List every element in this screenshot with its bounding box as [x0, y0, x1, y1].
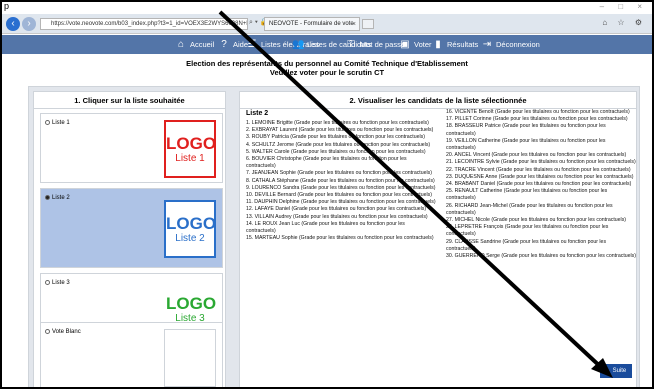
- panel-divider: [34, 108, 225, 109]
- candidate-item: 17. PILLET Corinne (Grade pour les titul…: [446, 116, 628, 123]
- candidate-item: 10. DEVILLE Bernard (Grade pour les titu…: [246, 192, 432, 199]
- list-icon: ☰: [247, 39, 257, 51]
- candidate-item: 6. BOUVIER Christophe (Grade pour les ti…: [246, 156, 407, 170]
- list-choice-title: 1. Cliquer sur la liste souhaitée: [74, 96, 185, 105]
- candidate-item: 30. GUERRERO Serge (Grade pour les titul…: [446, 253, 637, 260]
- candidates-column-2: 16. VICENTE Benoît (Grade pour les titul…: [446, 109, 636, 260]
- election-title: Election des représentants du personnel …: [186, 59, 468, 68]
- nav-item-7[interactable]: ⇥ Déconnexion: [481, 35, 540, 54]
- candidate-item: 5. WALTER Carole (Grade pour les titulai…: [246, 148, 426, 155]
- window-controls[interactable]: – □ ×: [600, 2, 648, 11]
- candidate-item: 14. LE ROUX Jean Luc (Grade pour les tit…: [246, 220, 405, 235]
- app-navbar: ⌂ Accueil? Aide ☰ Listes électorales 👥 Listes …: [2, 35, 652, 54]
- candidates-column-1: 1. LEMOINE Brigitte (Grade pour les titu…: [246, 120, 436, 242]
- browser-tab[interactable]: NEOVOTE - Formulaire de vote ×: [264, 17, 360, 31]
- list-choice-panel: 1. Cliquer sur la liste souhaitée Liste …: [33, 91, 226, 387]
- candidate-item: 16. VICENTE Benoît (Grade pour les titul…: [446, 109, 630, 115]
- option-label: Liste 3: [52, 280, 70, 287]
- browser-right-icons[interactable]: ⌂ ☆ ⚙: [602, 18, 646, 27]
- list-option-1[interactable]: Liste 1 LOGO Liste 1: [40, 113, 223, 183]
- candidate-item: 7. JEANJEAN Sophie (Grade pour les titul…: [246, 170, 432, 177]
- radio-dot: [45, 195, 50, 200]
- window-title: p: [4, 1, 10, 11]
- main-content: 1. Cliquer sur la liste souhaitée Liste …: [28, 86, 640, 387]
- window-titlebar: p – □ ×: [2, 2, 652, 12]
- ballot-icon: ▣: [400, 39, 410, 51]
- radio-dot: [45, 280, 50, 285]
- candidate-item: 20. ANCEL Vincent (Grade pour les titula…: [446, 152, 627, 159]
- candidate-item: 22. TRACRE Vincent (Grade pour les titul…: [446, 166, 631, 173]
- candidate-item: 9. LOURENCO Sandra (Grade pour les titul…: [246, 184, 436, 191]
- candidate-item: 2. EXBRAYAT Laurent (Grade pour les titu…: [246, 127, 434, 134]
- nav-label: Résultats: [447, 40, 479, 49]
- nav-item-1[interactable]: ? Aide: [218, 35, 248, 54]
- new-tab-button[interactable]: [362, 19, 374, 29]
- logo-sub: Liste 2: [175, 233, 205, 244]
- logo-word: LOGO: [166, 294, 217, 313]
- home-icon: ⌂: [177, 39, 185, 51]
- nav-item-6[interactable]: ▮ Résultats: [432, 35, 478, 54]
- list-option-2[interactable]: Liste 2 LOGO Liste 2: [40, 188, 223, 268]
- address-bar[interactable]: https://vote.neovote.com/b03_index.php?t…: [40, 18, 248, 30]
- candidate-item: 3. ROUBY Patricia (Grade pour les titula…: [246, 134, 425, 141]
- candidates-panel: 2. Visualiser les candidats de la liste …: [239, 91, 637, 387]
- key-icon: ⚿: [347, 39, 355, 51]
- logout-icon: ⇥: [482, 39, 492, 51]
- candidate-item: 26. RICHARD Jean-Michel (Grade pour les …: [446, 202, 613, 216]
- group-icon: 👥: [292, 39, 305, 51]
- candidate-item: 28. LEPRETRE François (Grade pour les ti…: [446, 224, 609, 238]
- suite-label: Suite: [612, 368, 627, 374]
- tab-close-icon[interactable]: ×: [352, 18, 356, 30]
- browser-toolbar: ‹ › https://vote.neovote.com/b03_index.p…: [2, 14, 652, 34]
- logo-word: LOGO: [166, 214, 217, 233]
- logo-word: LOGO: [166, 134, 217, 153]
- candidate-item: 18. BRASSEUR Patrice (Grade pour les tit…: [446, 123, 606, 137]
- logo-liste-1: LOGO Liste 1: [164, 120, 216, 178]
- back-icon[interactable]: ‹: [6, 17, 20, 31]
- radio-vote-blanc[interactable]: Vote Blanc: [45, 329, 81, 335]
- nav-item-5[interactable]: ▣ Voter: [399, 35, 432, 54]
- suite-button[interactable]: ▶ Suite: [600, 364, 632, 378]
- candidate-item: 21. LECOINTRE Sylvie (Grade pour les tit…: [446, 159, 636, 166]
- logo-liste-2: LOGO Liste 2: [164, 200, 216, 258]
- candidate-item: 13. VILLAIN Audrey (Grade pour les titul…: [246, 213, 428, 220]
- selected-list-name: Liste 2: [246, 110, 269, 117]
- option-label: Liste 2: [52, 195, 70, 202]
- nav-label: Déconnexion: [496, 40, 540, 49]
- tab-label: NEOVOTE - Formulaire de vote: [269, 21, 354, 27]
- radio-liste-1[interactable]: Liste 1: [45, 120, 70, 126]
- candidates-title: 2. Visualiser les candidats de la liste …: [349, 96, 527, 105]
- election-subtitle: Veuillez voter pour le scrutin CT: [269, 68, 385, 77]
- candidate-item: 11. DAUPHIN Delphine (Grade pour les tit…: [246, 199, 436, 206]
- radio-dot: [45, 329, 50, 334]
- screenshot-frame: p – □ × ‹ › https://vote.neovote.com/b03…: [0, 0, 654, 389]
- candidate-item: 12. LAFAYE Daniel (Grade pour les titula…: [246, 206, 427, 213]
- candidate-item: 4. SCHULTZ Jerome (Grade pour les titula…: [246, 141, 431, 148]
- help-icon: ?: [221, 39, 227, 51]
- radio-dot: [45, 120, 50, 125]
- nav-item-0[interactable]: ⌂ Accueil: [175, 35, 214, 54]
- nav-item-4[interactable]: ⚿ Mot de passe: [345, 35, 405, 54]
- blank-vote-box: [164, 329, 216, 387]
- candidate-item: 24. BRABANT Daniel (Grade pour les titul…: [446, 181, 632, 188]
- logo-sub: Liste 1: [175, 153, 205, 164]
- radio-liste-3[interactable]: Liste 3: [45, 280, 70, 286]
- radio-liste-2[interactable]: Liste 2: [45, 195, 70, 201]
- candidate-item: 29. CLAUSSE Sandrine (Grade pour les tit…: [446, 238, 607, 252]
- candidate-item: 19. VEILLON Catherine (Grade pour les ti…: [446, 137, 606, 152]
- candidate-item: 25. RENAULT Catherine (Grade pour les ti…: [446, 188, 608, 202]
- option-label: Liste 1: [52, 120, 70, 127]
- candidate-item: 15. MARTEAU Sophie (Grade pour les titul…: [246, 235, 434, 242]
- option-label: Vote Blanc: [52, 329, 81, 336]
- candidate-item: 1. LEMOINE Brigitte (Grade pour les titu…: [246, 120, 429, 126]
- arrow-right-icon: ▶: [605, 368, 610, 374]
- forward-icon[interactable]: ›: [22, 17, 36, 31]
- nav-label: Voter: [414, 40, 432, 49]
- list-option-vote-blanc[interactable]: Vote Blanc: [40, 322, 223, 387]
- results-icon: ▮: [435, 39, 441, 51]
- candidate-item: 8. CATHALA Stéphane (Grade pour les titu…: [246, 177, 435, 184]
- nav-label: Accueil: [190, 40, 215, 49]
- candidate-item: 27. MICHEL Nicole (Grade pour les titula…: [446, 217, 627, 224]
- candidate-item: 23. DUQUESNE Anne (Grade pour les titula…: [446, 173, 634, 180]
